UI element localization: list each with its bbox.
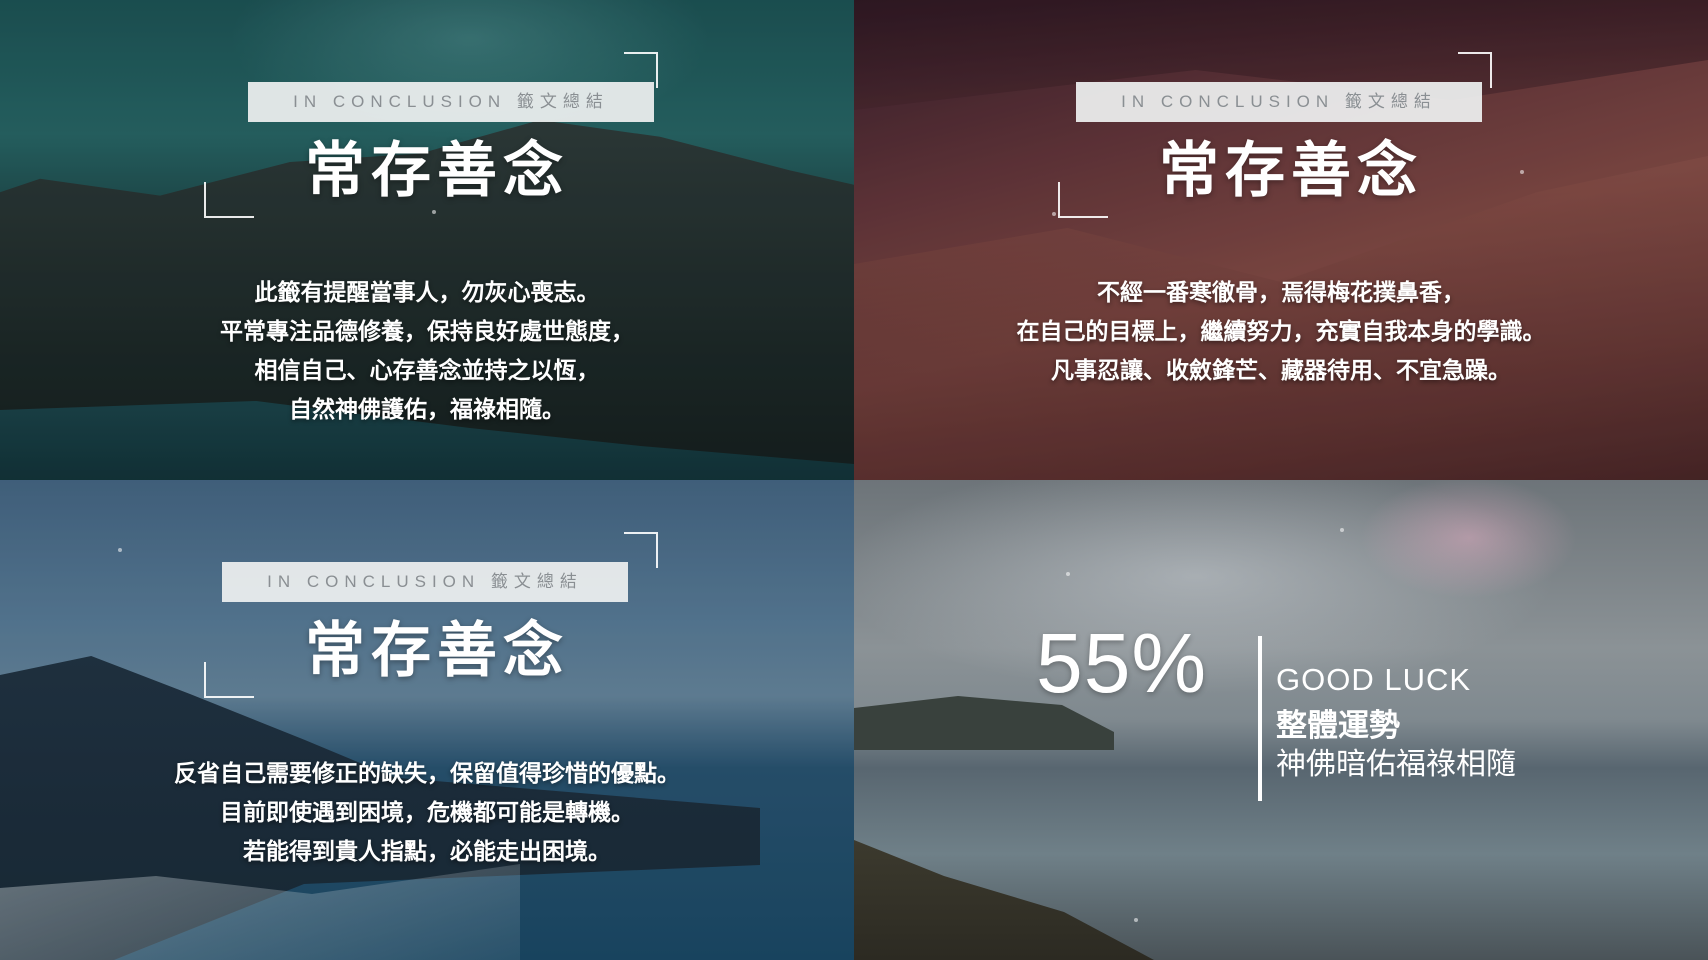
conclusion-text: 此籤有提醒當事人，勿灰心喪志。 平常專注品德修養，保持良好處世態度， 相信自己、…: [0, 274, 854, 430]
frame-corner-bottom-left: [204, 662, 254, 698]
text-line: 不經一番寒徹骨，焉得梅花撲鼻香，: [1097, 280, 1465, 306]
dust-speck: [1340, 528, 1344, 532]
dust-speck: [1134, 918, 1138, 922]
frame-corner-bottom-left: [204, 182, 254, 218]
text-line: 相信自己、心存善念並持之以恆，: [254, 358, 600, 384]
text-line: 反省自己需要修正的缺失，保留值得珍惜的優點。: [174, 761, 680, 787]
overlay: [854, 0, 1708, 480]
text-line: 此籤有提醒當事人，勿灰心喪志。: [254, 280, 600, 306]
panel-forest: IN CONCLUSION 籤文總結 常存善念 此籤有提醒當事人，勿灰心喪志。 …: [0, 0, 854, 480]
headline: 常存善念: [1159, 136, 1423, 206]
dust-speck: [118, 548, 122, 552]
panel-desert: IN CONCLUSION 籤文總結 常存善念 不經一番寒徹骨，焉得梅花撲鼻香，…: [854, 0, 1708, 480]
frame-corner-top-right: [624, 532, 658, 568]
conclusion-text: 反省自己需要修正的缺失，保留值得珍惜的優點。 目前即使遇到困境，危機都可能是轉機…: [0, 755, 854, 872]
dust-speck: [1066, 572, 1070, 576]
divider-line: [1258, 636, 1262, 801]
dust-speck: [1052, 212, 1056, 216]
fortune-percent: 55%: [1036, 616, 1208, 710]
text-line: 若能得到貴人指點，必能走出困境。: [243, 839, 611, 865]
panel-coast: IN CONCLUSION 籤文總結 常存善念 反省自己需要修正的缺失，保留值得…: [0, 480, 854, 960]
dust-speck: [432, 210, 436, 214]
text-line: 目前即使遇到困境，危機都可能是轉機。: [220, 800, 634, 826]
headline: 常存善念: [305, 136, 569, 206]
fortune-heading-en: GOOD LUCK: [1276, 662, 1472, 697]
conclusion-text: 不經一番寒徹骨，焉得梅花撲鼻香， 在自己的目標上，繼續努力，充實自我本身的學識。…: [854, 274, 1708, 391]
text-line: 平常專注品德修養，保持良好處世態度，: [220, 319, 634, 345]
dust-speck: [1520, 170, 1524, 174]
fortune-subtitle: 神佛暗佑福祿相隨: [1276, 747, 1516, 782]
conclusion-tag: IN CONCLUSION 籤文總結: [248, 82, 654, 122]
panel-fortune: 55% GOOD LUCK 整體運勢 神佛暗佑福祿相隨: [854, 480, 1708, 960]
text-line: 自然神佛護佑，福祿相隨。: [289, 397, 565, 423]
text-line: 凡事忍讓、收斂鋒芒、藏器待用、不宜急躁。: [1051, 358, 1511, 384]
overlay: [0, 480, 854, 960]
conclusion-tag: IN CONCLUSION 籤文總結: [1076, 82, 1482, 122]
conclusion-tag: IN CONCLUSION 籤文總結: [222, 562, 628, 602]
frame-corner-bottom-left: [1058, 182, 1108, 218]
text-line: 在自己的目標上，繼續努力，充實自我本身的學識。: [1016, 319, 1546, 345]
headline: 常存善念: [305, 616, 569, 686]
